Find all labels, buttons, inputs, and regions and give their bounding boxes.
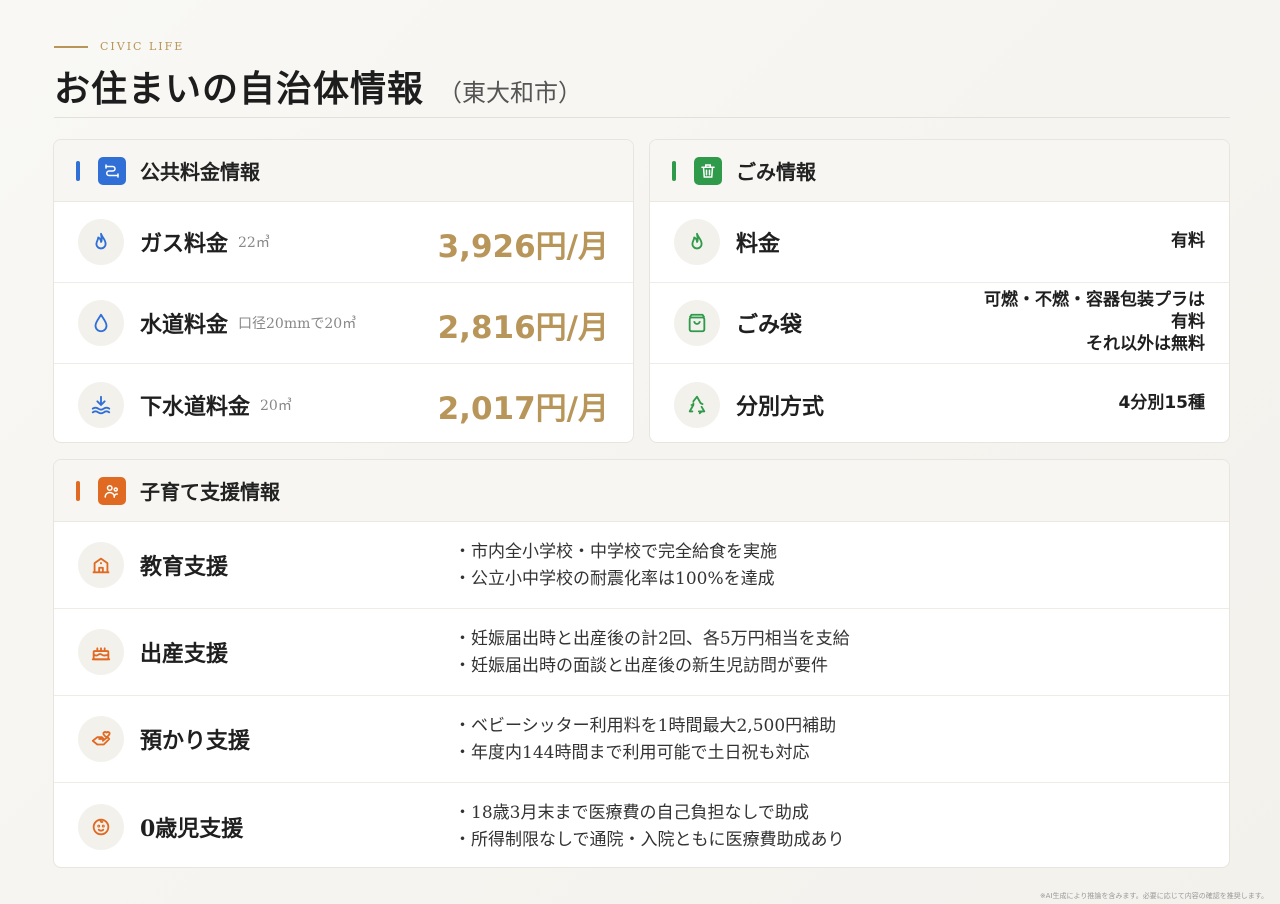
- list-item: 分別方式 4分別15種: [650, 364, 1229, 442]
- row-label: ガス料金: [140, 231, 229, 257]
- recycle-icon: [674, 381, 720, 428]
- footnote: ※AI生成により推論を含みます。必要に応じて内容の確認を推奨します。: [1039, 892, 1268, 900]
- school-icon: [78, 542, 124, 588]
- list-item: 料金 有料: [650, 202, 1229, 283]
- list-item: ガス料金 22㎥ 3,926円/月: [54, 202, 633, 283]
- row-value-line: それ以外は無料: [1086, 334, 1205, 354]
- list-item: 教育支援 ・市内全小学校・中学校で完全給食を実施 ・公立小中学校の耐震化率は10…: [54, 522, 1229, 609]
- cake-icon: [78, 629, 124, 675]
- list-item: 下水道料金 20㎥ 2,017円/月: [54, 364, 633, 442]
- page-subtitle: （東大和市）: [438, 79, 583, 107]
- header-divider: [54, 117, 1230, 118]
- row-value: 有料: [1171, 231, 1205, 251]
- row-label: 分別方式: [736, 393, 825, 420]
- header-accent-bar: [76, 160, 80, 181]
- hand-heart-icon: [78, 716, 124, 762]
- list-item: 水道料金 口径20mmで20㎥ 2,816円/月: [54, 283, 633, 364]
- childcare-title: 子育て支援情報: [140, 480, 280, 504]
- bullet-item: ・年度内144時間まで利用可能で土日祝も対応: [454, 743, 810, 763]
- water-drop-icon: [78, 300, 124, 346]
- row-label: 下水道料金: [140, 393, 251, 420]
- row-label: 水道料金: [140, 312, 229, 338]
- baby-icon: [78, 803, 124, 850]
- utilities-card-header: 公共料金情報: [54, 140, 633, 202]
- row-note: 20㎥: [260, 397, 292, 414]
- kicker-line: [54, 45, 88, 48]
- family-icon: [98, 476, 126, 505]
- bullet-item: ・所得制限なしで通院・入院ともに医療費助成あり: [454, 830, 845, 850]
- title-row: お住まいの自治体情報 （東大和市）: [54, 60, 582, 112]
- kicker: CIVIC LIFE: [54, 40, 184, 53]
- bullet-item: ・公立小中学校の耐震化率は100%を達成: [454, 569, 775, 589]
- list-item: 出産支援 ・妊娠届出時と出産後の計2回、各5万円相当を支給 ・妊娠届出時の面談と…: [54, 609, 1229, 696]
- row-label: 預かり支援: [140, 728, 251, 754]
- bullet-list: ・市内全小学校・中学校で完全給食を実施 ・公立小中学校の耐震化率は100%を達成: [454, 539, 777, 593]
- header-accent-bar: [672, 160, 676, 181]
- garbage-title: ごみ情報: [736, 160, 816, 184]
- bullet-list: ・妊娠届出時と出産後の計2回、各5万円相当を支給 ・妊娠届出時の面談と出産後の新…: [454, 626, 850, 680]
- flame-icon: [674, 219, 720, 265]
- row-label: 料金: [736, 231, 781, 257]
- bullet-item: ・市内全小学校・中学校で完全給食を実施: [454, 542, 777, 562]
- bullet-item: ・18歳3月末まで医療費の自己負担なしで助成: [454, 803, 809, 823]
- row-value: 可燃・不燃・容器包装プラは 有料 それ以外は無料: [984, 289, 1205, 355]
- row-label: 0歳児支援: [140, 815, 244, 842]
- utilities-card: 公共料金情報 ガス料金 22㎥ 3,926円/月 水道料金 口径20mmで20㎥…: [53, 139, 634, 443]
- row-value: 2,017円/月: [437, 391, 609, 427]
- bullet-list: ・18歳3月末まで医療費の自己負担なしで助成 ・所得制限なしで通院・入院ともに医…: [454, 800, 845, 854]
- childcare-card: 子育て支援情報 教育支援 ・市内全小学校・中学校で完全給食を実施 ・公立小中学校…: [53, 459, 1230, 868]
- row-value-line: 可燃・不燃・容器包装プラは: [984, 290, 1205, 310]
- pipe-icon: [98, 156, 126, 185]
- utilities-title: 公共料金情報: [140, 160, 260, 184]
- bullet-list: ・ベビーシッター利用料を1時間最大2,500円補助 ・年度内144時間まで利用可…: [454, 713, 836, 767]
- row-note: 口径20mmで20㎥: [238, 316, 357, 332]
- list-item: 預かり支援 ・ベビーシッター利用料を1時間最大2,500円補助 ・年度内144時…: [54, 696, 1229, 783]
- flame-icon: [78, 219, 124, 265]
- bullet-item: ・妊娠届出時の面談と出産後の新生児訪問が要件: [454, 656, 828, 676]
- page-title: お住まいの自治体情報: [54, 68, 425, 110]
- trash-icon: [694, 156, 722, 185]
- row-value-line: 有料: [1171, 312, 1205, 332]
- row-value: 3,926円/月: [437, 229, 609, 265]
- garbage-card-header: ごみ情報: [650, 140, 1229, 202]
- bullet-item: ・ベビーシッター利用料を1時間最大2,500円補助: [454, 716, 837, 736]
- row-value: 2,816円/月: [437, 310, 609, 346]
- childcare-card-header: 子育て支援情報: [54, 460, 1229, 522]
- list-item: ごみ袋 可燃・不燃・容器包装プラは 有料 それ以外は無料: [650, 283, 1229, 364]
- bullet-item: ・妊娠届出時と出産後の計2回、各5万円相当を支給: [454, 629, 850, 649]
- row-label: 出産支援: [140, 641, 229, 667]
- row-value: 4分別15種: [1118, 393, 1206, 413]
- row-note: 22㎥: [238, 235, 270, 251]
- kicker-text: CIVIC LIFE: [100, 40, 185, 53]
- row-label: ごみ袋: [736, 312, 803, 338]
- sewer-icon: [78, 381, 124, 428]
- list-item: 0歳児支援 ・18歳3月末まで医療費の自己負担なしで助成 ・所得制限なしで通院・…: [54, 783, 1229, 867]
- garbage-card: ごみ情報 料金 有料 ごみ袋 可燃・不燃・容器包装プラは 有料 それ以外は無料 …: [649, 139, 1230, 443]
- header-accent-bar: [76, 480, 80, 501]
- bag-icon: [674, 300, 720, 346]
- row-label: 教育支援: [140, 554, 229, 580]
